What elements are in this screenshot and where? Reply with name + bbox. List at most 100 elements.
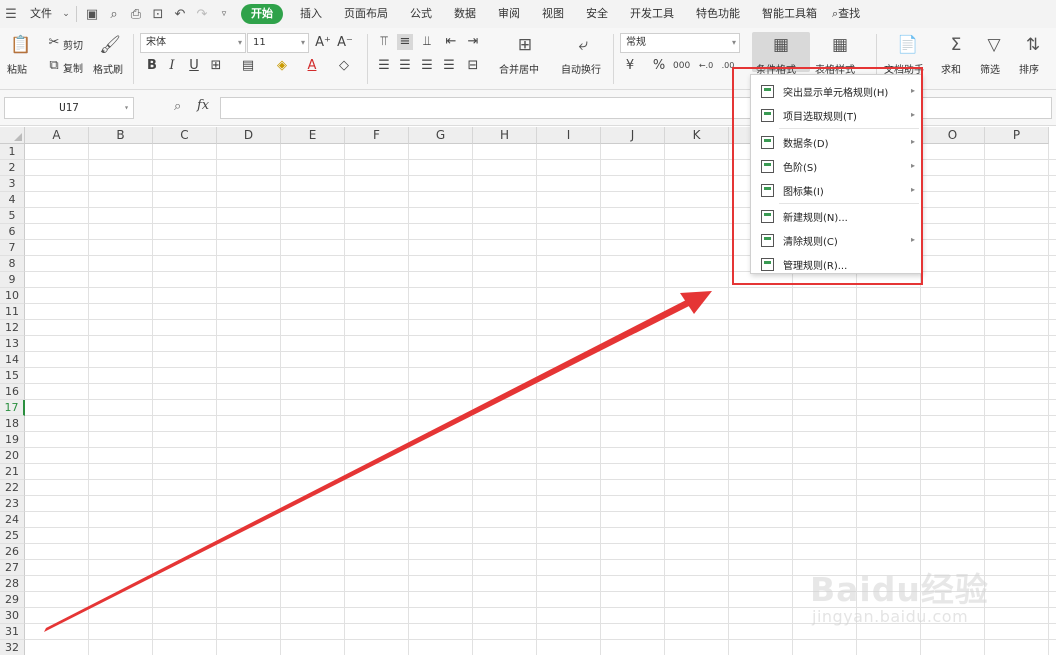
- increase-font-icon[interactable]: A⁺: [315, 35, 331, 51]
- customize-quick-access-icon[interactable]: ▿: [213, 0, 235, 28]
- fill-style-icon[interactable]: ▤: [240, 58, 256, 74]
- align-bottom-icon[interactable]: ⫫: [419, 34, 435, 50]
- row-header[interactable]: 8: [0, 256, 25, 272]
- column-header[interactable]: J: [601, 127, 665, 144]
- font-color-icon[interactable]: A: [304, 58, 320, 74]
- row-header[interactable]: 21: [0, 464, 25, 480]
- name-box[interactable]: U17 ▾: [4, 97, 134, 119]
- currency-icon[interactable]: ¥: [622, 58, 638, 74]
- column-header[interactable]: I: [537, 127, 601, 144]
- increase-indent-icon[interactable]: ⇥: [465, 34, 481, 50]
- insert-function-button[interactable]: fx: [197, 98, 209, 113]
- align-top-icon[interactable]: ⫪: [376, 34, 392, 50]
- row-header[interactable]: 32: [0, 640, 25, 655]
- align-center-icon[interactable]: ☰: [397, 58, 413, 74]
- row-header[interactable]: 14: [0, 352, 25, 368]
- select-all-corner[interactable]: [0, 127, 25, 144]
- column-header[interactable]: G: [409, 127, 473, 144]
- row-header[interactable]: 29: [0, 592, 25, 608]
- row-header[interactable]: 15: [0, 368, 25, 384]
- tab-security[interactable]: 安全: [575, 0, 619, 28]
- align-middle-icon[interactable]: ≡: [397, 34, 413, 50]
- paste-button[interactable]: 粘贴: [7, 61, 27, 76]
- cut-button[interactable]: 剪切: [63, 37, 83, 52]
- paste-icon[interactable]: 📋: [10, 34, 32, 56]
- bold-button[interactable]: B: [144, 58, 160, 74]
- row-header[interactable]: 22: [0, 480, 25, 496]
- wrap-text-icon[interactable]: ⤶: [572, 34, 594, 56]
- align-left-icon[interactable]: ☰: [376, 58, 392, 74]
- row-header[interactable]: 12: [0, 320, 25, 336]
- align-right-icon[interactable]: ☰: [419, 58, 435, 74]
- tab-formulas[interactable]: 公式: [399, 0, 443, 28]
- formula-input[interactable]: [220, 97, 1052, 119]
- chevron-down-icon[interactable]: ⌄: [60, 0, 72, 28]
- row-header[interactable]: 11: [0, 304, 25, 320]
- row-header[interactable]: 5: [0, 208, 25, 224]
- file-menu[interactable]: 文件: [22, 0, 60, 28]
- column-header[interactable]: D: [217, 127, 281, 144]
- distributed-icon[interactable]: ⊟: [465, 58, 481, 74]
- merge-center-button[interactable]: 合并居中: [499, 61, 539, 76]
- row-header[interactable]: 13: [0, 336, 25, 352]
- number-format-select[interactable]: 常规 ▾: [620, 33, 740, 53]
- format-painter-icon[interactable]: 🖌: [99, 34, 121, 56]
- row-header[interactable]: 10: [0, 288, 25, 304]
- decrease-indent-icon[interactable]: ⇤: [443, 34, 459, 50]
- merge-center-icon[interactable]: ⊞: [514, 34, 536, 56]
- tab-developer[interactable]: 开发工具: [619, 0, 685, 28]
- row-header[interactable]: 16: [0, 384, 25, 400]
- save-icon[interactable]: ▣: [81, 0, 103, 28]
- column-header[interactable]: C: [153, 127, 217, 144]
- column-header[interactable]: O: [921, 127, 985, 144]
- doc-assistant-icon[interactable]: 📄: [897, 34, 919, 56]
- tab-data[interactable]: 数据: [443, 0, 487, 28]
- row-header[interactable]: 20: [0, 448, 25, 464]
- format-painter-button[interactable]: 格式刷: [93, 61, 123, 76]
- zoom-lookup-icon[interactable]: ⌕: [174, 99, 181, 114]
- column-header[interactable]: A: [25, 127, 89, 144]
- row-header[interactable]: 28: [0, 576, 25, 592]
- tab-special-features[interactable]: 特色功能: [685, 0, 751, 28]
- tab-smart-toolbox[interactable]: 智能工具箱: [751, 0, 828, 28]
- column-header[interactable]: B: [89, 127, 153, 144]
- font-name-select[interactable]: 宋体 ▾: [140, 33, 246, 53]
- tab-view[interactable]: 视图: [531, 0, 575, 28]
- column-header[interactable]: H: [473, 127, 537, 144]
- fill-color-icon[interactable]: ◈: [274, 58, 290, 74]
- filter-button[interactable]: 筛选: [980, 61, 1000, 76]
- row-header[interactable]: 24: [0, 512, 25, 528]
- sum-button[interactable]: 求和: [941, 61, 961, 76]
- borders-icon[interactable]: ⊞: [208, 58, 224, 74]
- row-header[interactable]: 6: [0, 224, 25, 240]
- filter-icon[interactable]: ▽: [983, 34, 1005, 56]
- table-style-icon[interactable]: ▦: [829, 34, 851, 56]
- row-header[interactable]: 3: [0, 176, 25, 192]
- tab-insert[interactable]: 插入: [289, 0, 333, 28]
- row-header[interactable]: 1: [0, 144, 25, 160]
- column-header[interactable]: F: [345, 127, 409, 144]
- italic-button[interactable]: I: [164, 58, 180, 74]
- row-header[interactable]: 17: [0, 400, 25, 416]
- column-header[interactable]: P: [985, 127, 1049, 144]
- row-header[interactable]: 25: [0, 528, 25, 544]
- row-header[interactable]: 30: [0, 608, 25, 624]
- format-painter-quick-icon[interactable]: ⌕: [103, 0, 125, 28]
- row-header[interactable]: 27: [0, 560, 25, 576]
- hamburger-menu-icon[interactable]: ☰: [0, 0, 22, 28]
- column-header[interactable]: E: [281, 127, 345, 144]
- row-header[interactable]: 31: [0, 624, 25, 640]
- tab-page-layout[interactable]: 页面布局: [333, 0, 399, 28]
- row-header[interactable]: 18: [0, 416, 25, 432]
- column-header[interactable]: K: [665, 127, 729, 144]
- row-header[interactable]: 23: [0, 496, 25, 512]
- justify-icon[interactable]: ☰: [441, 58, 457, 74]
- row-header[interactable]: 19: [0, 432, 25, 448]
- undo-icon[interactable]: ↶: [169, 0, 191, 28]
- row-header[interactable]: 2: [0, 160, 25, 176]
- tab-home[interactable]: 开始: [241, 4, 283, 24]
- copy-button[interactable]: 复制: [63, 60, 83, 75]
- underline-button[interactable]: U: [186, 58, 202, 74]
- row-header[interactable]: 26: [0, 544, 25, 560]
- print-icon[interactable]: ⎙: [125, 0, 147, 28]
